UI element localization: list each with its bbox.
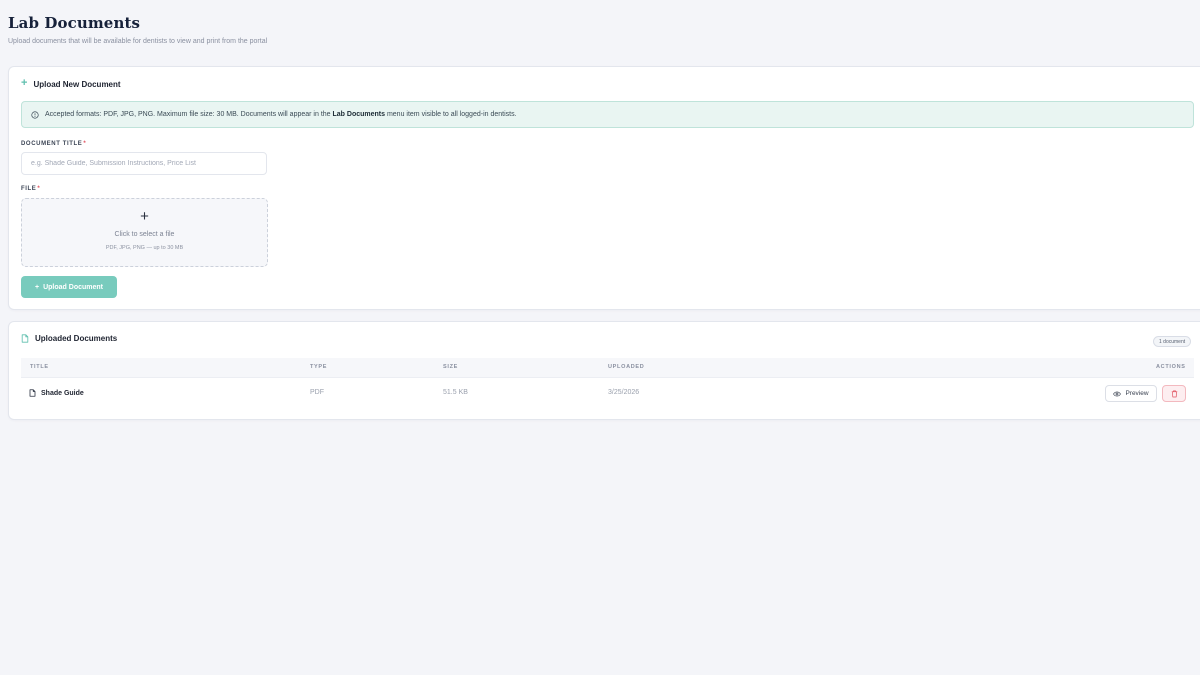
column-type: TYPE bbox=[310, 364, 328, 370]
page-title: Lab Documents bbox=[8, 14, 141, 32]
dropzone-prompt: Click to select a file bbox=[114, 231, 175, 238]
file-dropzone[interactable]: + Click to select a file PDF, JPG, PNG —… bbox=[21, 198, 268, 267]
document-title-cell: Shade Guide bbox=[29, 389, 84, 397]
documents-card: Uploaded Documents 1 document TITLE TYPE… bbox=[8, 321, 1200, 420]
info-banner-highlight: Lab Documents bbox=[332, 111, 386, 118]
preview-button[interactable]: Preview bbox=[1105, 385, 1157, 402]
page-subtitle: Upload documents that will be available … bbox=[8, 38, 268, 45]
table-header: TITLE TYPE SIZE UPLOADED ACTIONS bbox=[21, 358, 1194, 377]
document-uploaded: 3/25/2026 bbox=[608, 389, 640, 396]
upload-card-header: + Upload New Document bbox=[21, 77, 121, 89]
document-type: PDF bbox=[310, 389, 324, 396]
upload-card-title: Upload New Document bbox=[33, 79, 121, 89]
file-label: FILE* bbox=[21, 186, 41, 192]
preview-label: Preview bbox=[1125, 390, 1149, 397]
document-icon bbox=[21, 334, 29, 343]
column-actions: ACTIONS bbox=[1156, 364, 1186, 370]
document-title-input[interactable] bbox=[21, 152, 267, 175]
upload-document-button[interactable]: + Upload Document bbox=[21, 276, 117, 298]
info-banner-text: Accepted formats: PDF, JPG, PNG. Maximum… bbox=[45, 111, 517, 118]
upload-document-label: Upload Document bbox=[43, 283, 103, 291]
table-row: Shade Guide PDF 51.5 KB 3/25/2026 Previe… bbox=[21, 377, 1194, 409]
document-title: Shade Guide bbox=[41, 389, 84, 397]
plus-icon: + bbox=[140, 208, 149, 225]
required-mark: * bbox=[83, 141, 87, 147]
document-icon bbox=[29, 389, 36, 397]
delete-button[interactable] bbox=[1162, 385, 1186, 402]
eye-icon bbox=[1113, 391, 1122, 397]
document-title-label: DOCUMENT TITLE* bbox=[21, 141, 87, 147]
page-header: Lab Documents Upload documents that will… bbox=[8, 14, 267, 45]
column-uploaded: UPLOADED bbox=[608, 364, 645, 370]
required-mark: * bbox=[37, 186, 41, 192]
column-size: SIZE bbox=[443, 364, 459, 370]
column-title: TITLE bbox=[30, 364, 49, 370]
document-size: 51.5 KB bbox=[443, 389, 468, 396]
documents-card-title: Uploaded Documents bbox=[35, 334, 118, 343]
document-count-badge: 1 document bbox=[1153, 336, 1192, 347]
info-banner: Accepted formats: PDF, JPG, PNG. Maximum… bbox=[21, 101, 1194, 128]
info-circle-icon bbox=[31, 110, 39, 119]
trash-icon bbox=[1171, 390, 1178, 398]
plus-icon: + bbox=[21, 77, 28, 89]
dropzone-hint: PDF, JPG, PNG — up to 30 MB bbox=[105, 245, 184, 251]
documents-card-header: Uploaded Documents bbox=[21, 334, 117, 343]
plus-icon: + bbox=[35, 283, 40, 291]
upload-card: + Upload New Document Accepted formats: … bbox=[8, 66, 1200, 310]
